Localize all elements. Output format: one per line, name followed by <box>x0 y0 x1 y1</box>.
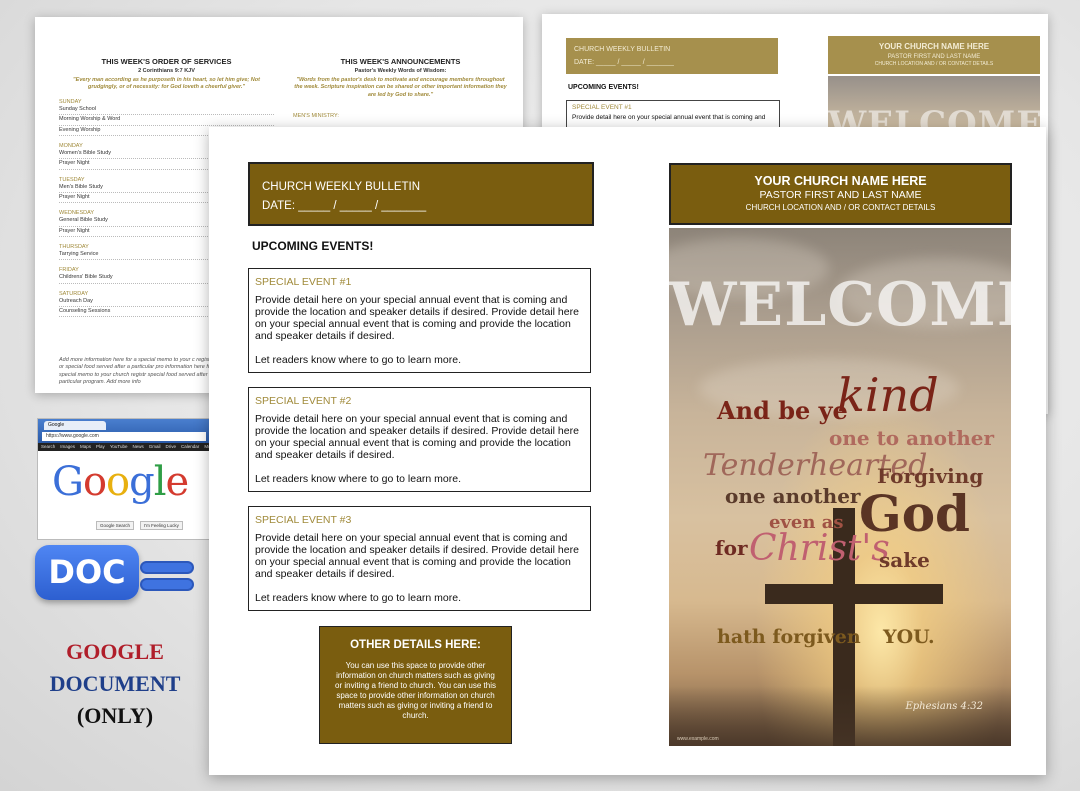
verse-word: Christ's <box>749 528 890 569</box>
bulletin-front-page: CHURCH WEEKLY BULLETIN DATE: _____ / ___… <box>209 127 1046 775</box>
google-browser-screenshot: Google https://www.google.com Search Imag… <box>37 418 211 540</box>
event-more-info: Let readers know where to go to learn mo… <box>255 354 462 366</box>
verse-word: YOU. <box>883 626 935 648</box>
google-search-button: Google Search <box>96 521 135 530</box>
google-logo-letter: l <box>153 459 167 505</box>
verse-word: one another <box>725 484 861 508</box>
verse-word: one to another <box>829 426 994 450</box>
google-logo-letter: o <box>106 459 130 505</box>
event-box-3: SPECIAL EVENT #3 Provide detail here on … <box>248 506 591 611</box>
verse-word: And be ye <box>717 396 848 425</box>
mens-ministry-heading: MEN'S MINISTRY: <box>293 113 339 120</box>
google-logo-letter: e <box>165 459 190 505</box>
event-text: Provide detail here on your special annu… <box>572 114 766 121</box>
google-menu-item: Images <box>60 444 76 449</box>
event-more-info: Let readers know where to go to learn mo… <box>255 473 462 485</box>
skyline-silhouette <box>669 686 1011 746</box>
verse-word: sake <box>879 548 930 572</box>
announcements-title: THIS WEEK'S ANNOUNCEMENTS <box>340 57 461 66</box>
image-credit: www.example.com <box>677 736 719 742</box>
special-memo-note: Add more information here for a special … <box>59 357 224 386</box>
event-title: SPECIAL EVENT #1 <box>572 104 632 111</box>
bulletin-title: CHURCH WEEKLY BULLETIN <box>262 181 421 193</box>
google-menu-item: Play <box>96 444 105 449</box>
scripture-reference: 2 Corinthians 9:7 KJV <box>138 68 195 74</box>
event-title: SPECIAL EVENT #2 <box>255 395 352 407</box>
google-document-only-label: GOOGLE DOCUMENT (ONLY) <box>20 636 210 732</box>
pastor-name: PASTOR FIRST AND LAST NAME <box>759 189 922 201</box>
date-line: DATE: _____ / _____ / _______ <box>574 58 674 66</box>
doc-line-icon <box>140 561 194 574</box>
event-body: Provide detail here on your special annu… <box>255 413 579 461</box>
verse-word: kind <box>837 368 939 422</box>
google-menu-item: Gmail <box>148 444 161 449</box>
doc-file-icon: DOC <box>35 545 139 600</box>
bulletin-header-box: CHURCH WEEKLY BULLETIN DATE: _____ / ___… <box>566 38 778 74</box>
pastor-words-heading: Pastor's Weekly Words of Wisdom: <box>354 68 447 74</box>
event-body: Provide detail here on your special annu… <box>255 532 579 580</box>
google-menu-item: Maps <box>80 444 92 449</box>
google-logo-letter: o <box>82 459 107 505</box>
verse-word: hath forgiven <box>717 626 861 648</box>
label-google: GOOGLE <box>66 639 164 664</box>
event-box-1: SPECIAL EVENT #1 Provide detail here on … <box>248 268 591 373</box>
google-buttons: Google Search I'm Feeling Lucky <box>96 521 183 530</box>
church-name: YOUR CHURCH NAME HERE <box>878 42 990 51</box>
google-menu-item: Calendar <box>181 444 200 449</box>
doc-label: DOC <box>48 553 126 591</box>
event-title: SPECIAL EVENT #1 <box>255 276 352 288</box>
church-name: YOUR CHURCH NAME HERE <box>754 174 927 188</box>
church-location: CHURCH LOCATION AND / OR CONTACT DETAILS <box>874 60 994 67</box>
pastor-name: PASTOR FIRST AND LAST NAME <box>887 53 981 60</box>
google-menu-item: Search <box>41 444 56 449</box>
church-name-box: YOUR CHURCH NAME HERE PASTOR FIRST AND L… <box>828 36 1040 74</box>
google-menu-item: YouTube <box>109 444 128 449</box>
church-location: CHURCH LOCATION AND / OR CONTACT DETAILS <box>745 203 936 212</box>
bulletin-header-box: CHURCH WEEKLY BULLETIN DATE: _____ / ___… <box>248 162 594 226</box>
label-document: DOCUMENT <box>49 671 181 696</box>
event-body: Provide detail here on your special annu… <box>255 294 579 342</box>
schedule-item: Sunday School <box>59 105 274 116</box>
upcoming-events-heading: UPCOMING EVENTS! <box>568 84 639 91</box>
bulletin-title: CHURCH WEEKLY BULLETIN <box>574 46 671 53</box>
order-of-services-title: THIS WEEK'S ORDER OF SERVICES <box>101 57 232 66</box>
event-more-info: Let readers know where to go to learn mo… <box>255 592 462 604</box>
google-logo-letter: G <box>52 459 84 505</box>
other-details-box: OTHER DETAILS HERE: You can use this spa… <box>319 626 512 744</box>
pastor-words-text: "Words from the pastor's desk to motivat… <box>294 77 507 98</box>
church-name-box: YOUR CHURCH NAME HERE PASTOR FIRST AND L… <box>669 163 1012 225</box>
google-logo: Google <box>52 459 190 505</box>
announcements-column: THIS WEEK'S ANNOUNCEMENTS Pastor's Weekl… <box>293 57 508 119</box>
label-only: (ONLY) <box>76 703 154 728</box>
scripture-quote: "Every man according as he purposeth in … <box>73 77 260 91</box>
google-logo-letter: g <box>129 459 155 505</box>
verse-word: for <box>715 536 748 560</box>
welcome-poster: WELCOME And be ye kind one to another Te… <box>669 228 1011 746</box>
browser-url-bar: https://www.google.com <box>42 432 206 441</box>
scripture-reference: Ephesians 4:32 <box>905 701 983 712</box>
schedule-item: Morning Worship & Word <box>59 115 274 126</box>
browser-toolbar: Google https://www.google.com <box>38 419 210 443</box>
feeling-lucky-button: I'm Feeling Lucky <box>140 521 183 530</box>
date-line: DATE: _____ / _____ / _______ <box>262 200 427 212</box>
event-box-2: SPECIAL EVENT #2 Provide detail here on … <box>248 387 591 492</box>
doc-line-icon <box>140 578 194 591</box>
google-menu-item: Drive <box>165 444 177 449</box>
other-details-title: OTHER DETAILS HERE: <box>350 639 481 651</box>
google-menu-bar: Search Images Maps Play YouTube News Gmail Driv… <box>38 443 210 451</box>
cross-icon <box>765 584 943 604</box>
poster-welcome: WELCOME <box>669 270 1011 340</box>
event-title: SPECIAL EVENT #3 <box>255 514 352 526</box>
google-menu-item: News <box>132 444 144 449</box>
other-details-body: You can use this space to provide other … <box>335 661 496 720</box>
upcoming-events-heading: UPCOMING EVENTS! <box>252 239 374 253</box>
browser-tab: Google <box>44 421 106 430</box>
